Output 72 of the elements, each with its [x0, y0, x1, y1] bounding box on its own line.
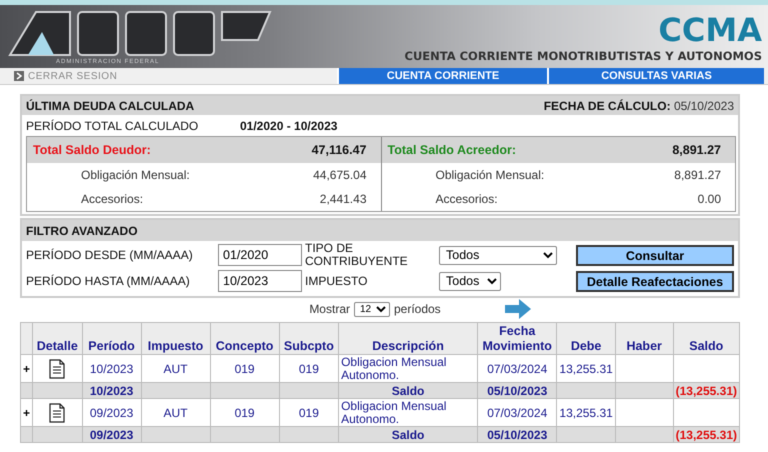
column-header: Impuesto — [141, 322, 210, 354]
panel-label: Total Saldo Deudor: — [33, 142, 151, 159]
table-cell: AUT — [141, 398, 210, 426]
table-cell: 09/2023 — [82, 398, 142, 426]
table-cell: (13,255.31) — [673, 382, 740, 398]
document-icon[interactable] — [49, 402, 66, 422]
input-field[interactable]: 10/2023 — [218, 270, 302, 292]
table-cell: 019 — [279, 398, 339, 426]
select-field[interactable]: Todos — [439, 246, 557, 264]
nav-tab[interactable]: CONSULTAS VARIAS — [547, 68, 764, 84]
table-cell: 13,255.31 — [556, 354, 616, 382]
column-header: Fecha Movimiento — [478, 322, 557, 354]
field-label: IMPUESTO — [305, 274, 368, 288]
amount-value: 8,891.27 — [674, 167, 721, 184]
expand-toggle[interactable]: + — [20, 354, 33, 382]
table-cell: Obligacion Mensual Autonomo. — [338, 398, 478, 426]
column-header: Debe — [556, 322, 616, 354]
table-cell: (13,255.31) — [673, 426, 740, 442]
table-cell: 10/2023 — [82, 354, 142, 382]
table-cell: 07/03/2024 — [478, 354, 557, 382]
column-header: Período — [82, 322, 142, 354]
table-cell: 13,255.31 — [556, 398, 616, 426]
table-cell: 019 — [279, 354, 339, 382]
amount-value: 0.00 — [698, 191, 721, 208]
table-cell: 07/03/2024 — [478, 398, 557, 426]
table-cell: 019 — [210, 398, 280, 426]
field-label: TIPO DE CONTRIBUYENTE — [305, 242, 409, 268]
input-field[interactable]: 01/2020 — [218, 244, 302, 266]
table-cell: AUT — [141, 354, 210, 382]
column-header: Haber — [615, 322, 674, 354]
column-header: Concepto — [210, 322, 280, 354]
amount-label: Obligación Mensual: — [81, 167, 190, 184]
table-cell: 05/10/2023 — [478, 382, 557, 398]
amount-label: Accesorios: — [436, 191, 498, 208]
amount-value: 44,675.04 — [313, 167, 366, 184]
nav-tab[interactable]: CUENTA CORRIENTE — [337, 68, 547, 84]
table-cell: 09/2023 — [82, 426, 142, 442]
pager-label: períodos — [394, 301, 441, 318]
table-cell: 019 — [210, 354, 280, 382]
column-header: Descripción — [338, 322, 478, 354]
pager-label: Mostrar — [309, 301, 350, 318]
app-name: CCMA — [658, 12, 762, 48]
page-size-select[interactable]: 12 — [354, 302, 390, 316]
table-cell: 05/10/2023 — [478, 426, 557, 442]
table-cell: Obligacion Mensual Autonomo. — [338, 354, 478, 382]
column-header: Detalle — [32, 322, 82, 354]
column-header: Subcpto — [279, 322, 339, 354]
period-label: PERÍODO TOTAL CALCULADO — [26, 118, 200, 134]
app-subtitle: CUENTA CORRIENTE MONOTRIBUTISTAS Y AUTONOMOS — [404, 48, 762, 65]
action-button[interactable]: Detalle Reafectaciones — [576, 270, 734, 292]
column-header: Saldo — [673, 322, 740, 354]
table-cell: Saldo — [338, 426, 478, 442]
section-title: FILTRO AVANZADO — [26, 222, 138, 240]
select-field[interactable]: Todos — [439, 272, 501, 290]
amount-label: Accesorios: — [81, 191, 144, 208]
panel-total: 8,891.27 — [672, 142, 721, 159]
table-cell: 10/2023 — [82, 382, 142, 398]
section-title: ÚLTIMA DEUDA CALCULADA — [26, 98, 194, 114]
amount-label: Obligación Mensual: — [436, 167, 544, 184]
logout-icon[interactable] — [14, 71, 24, 81]
panel-total: 47,116.47 — [312, 142, 366, 159]
expand-toggle[interactable]: + — [20, 398, 33, 426]
field-label: PERÍODO DESDE (MM/AAAA) — [26, 247, 194, 264]
calc-date: FECHA DE CÁLCULO: 05/10/2023 — [544, 98, 734, 114]
amount-value: 2,441.43 — [320, 191, 366, 208]
panel-label: Total Saldo Acreedor: — [388, 142, 516, 159]
action-button[interactable]: Consultar — [576, 244, 734, 266]
next-arrow-icon[interactable] — [504, 299, 531, 319]
period-value: 01/2020 - 10/2023 — [240, 118, 338, 134]
document-icon[interactable] — [49, 358, 66, 378]
field-label: PERÍODO HASTA (MM/AAAA) — [26, 273, 191, 290]
table-cell: Saldo — [338, 382, 478, 398]
